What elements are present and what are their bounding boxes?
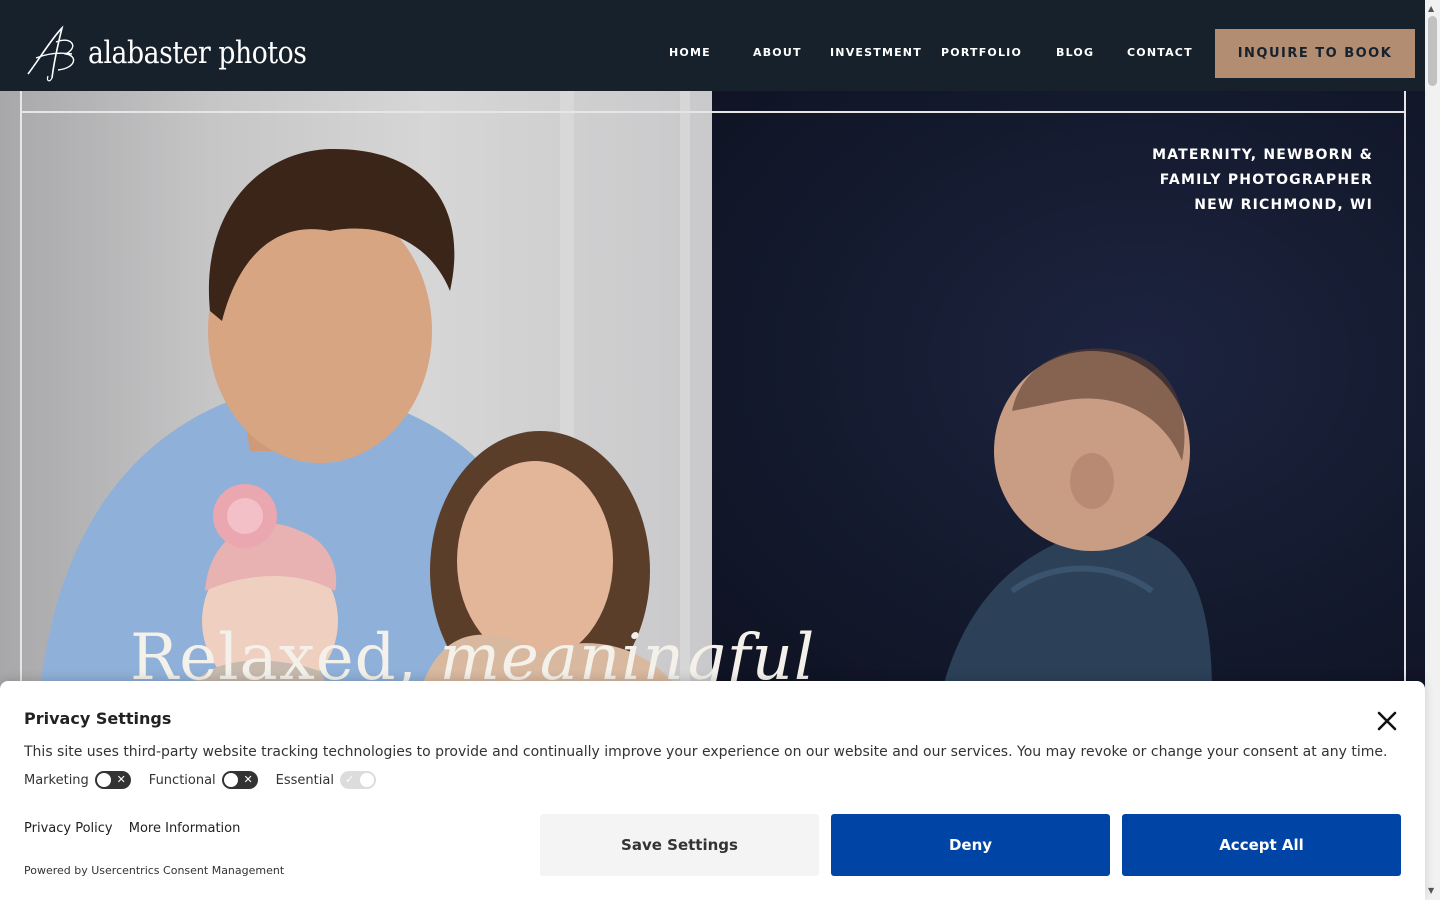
consent-toggles: Marketing ✕ Functional ✕ Essential ✓ <box>24 771 394 789</box>
tagline-line: NEW RICHMOND, WI <box>1194 197 1373 213</box>
marketing-toggle[interactable]: ✕ <box>94 771 131 789</box>
consent-title: Privacy Settings <box>24 709 172 728</box>
save-settings-button[interactable]: Save Settings <box>540 814 819 876</box>
scrollbar[interactable] <box>1425 0 1440 900</box>
logo-text: alabaster photos <box>88 35 307 71</box>
scroll-down-icon[interactable]: ▼ <box>1428 886 1434 895</box>
nav-item-home[interactable]: HOME <box>669 45 711 61</box>
frame-right <box>1404 91 1406 691</box>
site-header: alabaster photos HOME ABOUT INVESTMENT P… <box>0 0 1425 91</box>
more-information-link[interactable]: More Information <box>129 821 241 836</box>
functional-toggle[interactable]: ✕ <box>221 771 258 789</box>
privacy-policy-link[interactable]: Privacy Policy <box>24 821 113 836</box>
hero-section: MATERNITY, NEWBORN & FAMILY PHOTOGRAPHER… <box>0 91 1425 691</box>
nav-item-contact[interactable]: CONTACT <box>1127 45 1193 61</box>
nav-item-blog[interactable]: BLOG <box>1056 45 1094 61</box>
scroll-up-icon[interactable]: ▲ <box>1428 4 1434 13</box>
toggle-label-functional: Functional <box>148 772 216 788</box>
powered-by-text: Powered by Usercentrics Consent Manageme… <box>24 864 285 877</box>
nav-item-about[interactable]: ABOUT <box>753 45 802 61</box>
close-icon[interactable] <box>1374 708 1400 734</box>
accept-all-button[interactable]: Accept All <box>1122 814 1401 876</box>
toggle-label-marketing: Marketing <box>24 772 89 788</box>
scrollbar-thumb[interactable] <box>1428 16 1437 86</box>
logo-monogram-icon <box>27 25 75 82</box>
family-photo-illustration <box>40 91 690 691</box>
nav-item-portfolio[interactable]: PORTFOLIO <box>941 45 1022 61</box>
frame-top <box>20 111 1406 113</box>
family-photo <box>0 91 712 691</box>
hero-tagline: MATERNITY, NEWBORN & FAMILY PHOTOGRAPHER… <box>1152 143 1373 218</box>
privacy-consent-banner: Privacy Settings This site uses third-pa… <box>0 681 1425 900</box>
inquire-button[interactable]: INQUIRE TO BOOK <box>1215 29 1415 78</box>
consent-description: This site uses third-party website track… <box>24 744 1388 760</box>
toggle-label-essential: Essential <box>275 772 334 788</box>
deny-button[interactable]: Deny <box>831 814 1110 876</box>
logo[interactable]: alabaster photos <box>22 22 342 84</box>
nav-item-investment[interactable]: INVESTMENT <box>830 45 922 61</box>
tagline-line: FAMILY PHOTOGRAPHER <box>1159 172 1373 188</box>
essential-toggle: ✓ <box>339 771 376 789</box>
tagline-line: MATERNITY, NEWBORN & <box>1152 147 1373 163</box>
frame-left <box>20 91 22 691</box>
consent-links: Privacy Policy More Information <box>24 821 252 836</box>
